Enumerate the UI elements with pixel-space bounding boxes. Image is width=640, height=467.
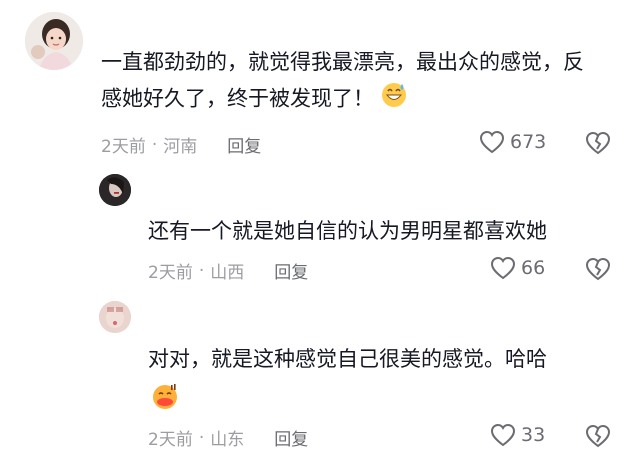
avatar-photo-dark bbox=[99, 174, 131, 206]
broken-heart-icon bbox=[585, 424, 611, 448]
reply-button[interactable]: 回复 bbox=[274, 258, 308, 283]
reply-button[interactable]: 回复 bbox=[274, 425, 308, 450]
heart-icon bbox=[490, 423, 516, 447]
heart-icon bbox=[490, 256, 516, 280]
dislike-button[interactable] bbox=[585, 257, 611, 285]
broken-heart-icon bbox=[585, 257, 611, 281]
reply-body: 对对，就是这种感觉自己很美的感觉。哈哈 bbox=[148, 347, 547, 371]
like-button[interactable]: 673 bbox=[479, 130, 546, 154]
avatar-photo-girl bbox=[25, 12, 83, 70]
avatar-photo-pink bbox=[99, 301, 131, 333]
separator: · bbox=[198, 260, 205, 281]
location: 山西 bbox=[210, 263, 245, 283]
reply-meta: 2天前 · 山东 回复 bbox=[148, 425, 308, 451]
kissing-sweat-emoji bbox=[150, 381, 180, 415]
reply-text: 还有一个就是她自信的认为男明星都喜欢她 bbox=[148, 213, 618, 249]
like-button[interactable]: 33 bbox=[490, 423, 545, 447]
timestamp: 2天前 bbox=[148, 263, 193, 283]
reply-text: 对对，就是这种感觉自己很美的感觉。哈哈 bbox=[148, 341, 618, 377]
like-count: 673 bbox=[510, 131, 547, 153]
dislike-button[interactable] bbox=[585, 131, 611, 159]
reply-avatar[interactable] bbox=[99, 174, 131, 206]
reply-meta: 2天前 · 山西 回复 bbox=[148, 258, 308, 284]
reply-button[interactable]: 回复 bbox=[227, 132, 261, 157]
like-button[interactable]: 66 bbox=[490, 256, 545, 280]
location: 山东 bbox=[210, 430, 245, 450]
comment-body: 一直都劲劲的，就觉得我最漂亮，最出众的感觉，反感她好久了，终于被发现了！ bbox=[101, 50, 584, 111]
reply-body: 还有一个就是她自信的认为男明星都喜欢她 bbox=[148, 219, 547, 243]
heart-icon bbox=[479, 130, 505, 154]
reply-avatar[interactable] bbox=[99, 301, 131, 333]
grinning-sweat-emoji bbox=[380, 80, 408, 119]
comment-meta: 2天前 · 河南 回复 bbox=[101, 132, 261, 158]
timestamp: 2天前 bbox=[101, 137, 146, 157]
like-count: 66 bbox=[521, 257, 546, 279]
commenter-avatar[interactable] bbox=[25, 12, 83, 70]
separator: · bbox=[198, 427, 205, 448]
dislike-button[interactable] bbox=[585, 424, 611, 452]
like-count: 33 bbox=[521, 424, 546, 446]
location: 河南 bbox=[163, 137, 198, 157]
timestamp: 2天前 bbox=[148, 430, 193, 450]
broken-heart-icon bbox=[585, 131, 611, 155]
separator: · bbox=[151, 134, 158, 155]
comment-text: 一直都劲劲的，就觉得我最漂亮，最出众的感觉，反感她好久了，终于被发现了！ bbox=[101, 44, 601, 119]
